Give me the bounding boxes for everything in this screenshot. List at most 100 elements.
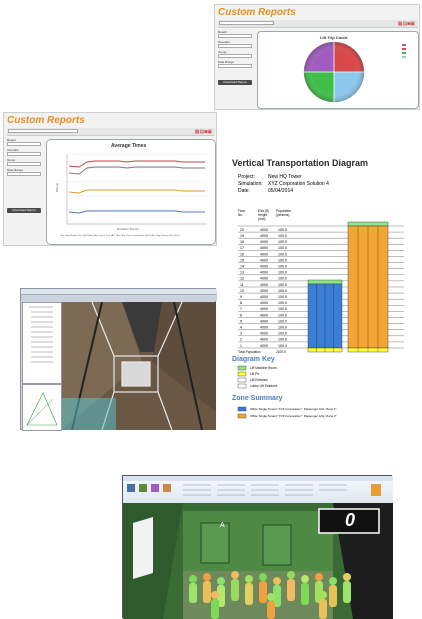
floor-number: 17	[240, 246, 244, 250]
report-top-toolbar: ▦▤◙▣	[218, 20, 418, 28]
scenario-select[interactable]	[219, 21, 274, 25]
zone2-shafts	[347, 221, 389, 353]
floor-height: 4000	[260, 332, 268, 336]
line-chart-legend: Ave. Avg Waiting Time (ATT) Ave. Avg Tra…	[61, 235, 180, 237]
shaft-3d-view[interactable]	[62, 302, 216, 430]
floor-height: 4000	[260, 240, 268, 244]
key-item: Lift Machine Room	[250, 366, 277, 370]
floor-number: 13	[240, 271, 244, 275]
export-icons[interactable]: ▦▤◙▣	[398, 21, 415, 27]
y-axis-label: Time (s)	[56, 182, 60, 193]
series-orange	[68, 189, 205, 194]
pie-chart-card: Lift Trip Count	[257, 31, 419, 109]
floor-height: 4000	[260, 234, 268, 238]
floor-height: 4000	[260, 277, 268, 281]
download-report-button[interactable]: Download Report	[7, 208, 41, 213]
floor-population: 100.0	[278, 271, 287, 275]
floor-population: 100.0	[278, 252, 287, 256]
ribbon-icons	[127, 484, 381, 496]
floor-counter: 0	[345, 510, 356, 530]
crowd-sim-window: A 0	[122, 475, 393, 619]
floor-number: 11	[240, 283, 244, 287]
total-population-label: Total Population	[238, 350, 261, 354]
zone-summary-title: Zone Summary	[232, 395, 283, 402]
viewer-tree-panel[interactable]	[22, 302, 62, 384]
vtd-panel: Vertical Transportation Diagram Project:…	[228, 152, 420, 422]
viewer-minimap[interactable]	[22, 384, 62, 431]
floor-population: 100.0	[278, 289, 287, 293]
floor-height: 4000	[260, 338, 268, 342]
scenario-field[interactable]	[7, 152, 41, 156]
floor-population: 100.0	[278, 301, 287, 305]
report-select[interactable]	[7, 142, 41, 146]
floor-population: 100.0	[278, 307, 287, 311]
floor-number: 14	[240, 265, 244, 269]
minimap-drawing	[26, 392, 58, 426]
floor-height: 4000	[260, 319, 268, 323]
floor-height: 4000	[260, 301, 268, 305]
tree-lines	[29, 306, 53, 363]
floor-population: 100.0	[278, 283, 287, 287]
floor-height: 4000	[260, 271, 268, 275]
viewer-toolbar	[21, 295, 217, 301]
floor-height: 4000	[260, 265, 268, 269]
floor-height: 4000	[260, 246, 268, 250]
floor-population: 100.0	[278, 277, 287, 281]
floor-number: 2	[240, 338, 242, 342]
scenario-field[interactable]	[218, 44, 252, 48]
pie-chart	[303, 41, 406, 103]
floor-number: 18	[240, 240, 244, 244]
export-icons[interactable]: ▦▤◙▣	[195, 129, 212, 135]
floor-number: 4	[240, 326, 242, 330]
floor-number: 9	[240, 295, 242, 299]
door-letter: A	[220, 522, 225, 529]
x-axis-label: Simulation Time (h)	[117, 228, 139, 231]
floor-population: 100.0	[278, 326, 287, 330]
zone1-shafts	[307, 279, 343, 353]
floor-height: 4000	[260, 258, 268, 262]
report-mid-toolbar: ▦▤◙▣	[7, 128, 215, 136]
floor-number: 1	[240, 344, 242, 348]
diagram-key-title: Diagram Key	[232, 356, 275, 363]
floor-population: 100.0	[278, 265, 287, 269]
series-red	[68, 160, 205, 168]
floor-population: 100.0	[278, 313, 287, 317]
floor-number: 19	[240, 234, 244, 238]
total-population-value: 2100.0	[276, 350, 286, 354]
floor-height: 4000	[260, 283, 268, 287]
report-top-panel: Custom Reports ▦▤◙▣ Report Scenario Grou…	[214, 4, 420, 110]
floor-height: 4000	[260, 344, 268, 348]
floor-height: 4000	[260, 326, 268, 330]
date-range-field[interactable]	[7, 172, 41, 176]
floor-population: 100.0	[278, 258, 287, 262]
floor-height: 4000	[260, 252, 268, 256]
ribbon-toolbar[interactable]	[123, 481, 393, 504]
key-item: Lobby Lift Entrance	[250, 384, 278, 388]
floor-population: 100.0	[278, 332, 287, 336]
report-top-form: Report Scenario Group Date Range Downloa…	[218, 30, 254, 90]
floor-number: 7	[240, 307, 242, 311]
scenario-select[interactable]	[8, 129, 78, 133]
report-select[interactable]	[218, 34, 252, 38]
floor-height: 4000	[260, 289, 268, 293]
report-mid-panel: Custom Reports ▦▤◙▣ Report Scenario Grou…	[3, 112, 217, 246]
floor-number: 3	[240, 332, 242, 336]
floor-population: 100.0	[278, 240, 287, 244]
floor-population: 100.0	[278, 344, 287, 348]
zone-item: Office Single Tenant "XYZ Corporation": …	[250, 407, 337, 411]
floor-number: 5	[240, 319, 242, 323]
floor-number: 20	[240, 228, 244, 232]
floor-population: 100.0	[278, 295, 287, 299]
floor-number: 15	[240, 258, 244, 262]
download-report-button[interactable]: Download Report	[218, 80, 252, 85]
report-mid-form: Report Scenario Group Date Range Downloa…	[7, 138, 43, 218]
report-top-title: Custom Reports	[218, 7, 296, 18]
floor-population: 100.0	[278, 246, 287, 250]
group-field[interactable]	[218, 54, 252, 58]
floor-height: 4000	[260, 307, 268, 311]
zone-item: Office Single Tenant "XYZ Corporation": …	[250, 414, 337, 418]
floor-height: 4000	[260, 313, 268, 317]
group-field[interactable]	[7, 162, 41, 166]
date-range-field[interactable]	[218, 64, 252, 68]
floor-number: 10	[240, 289, 244, 293]
